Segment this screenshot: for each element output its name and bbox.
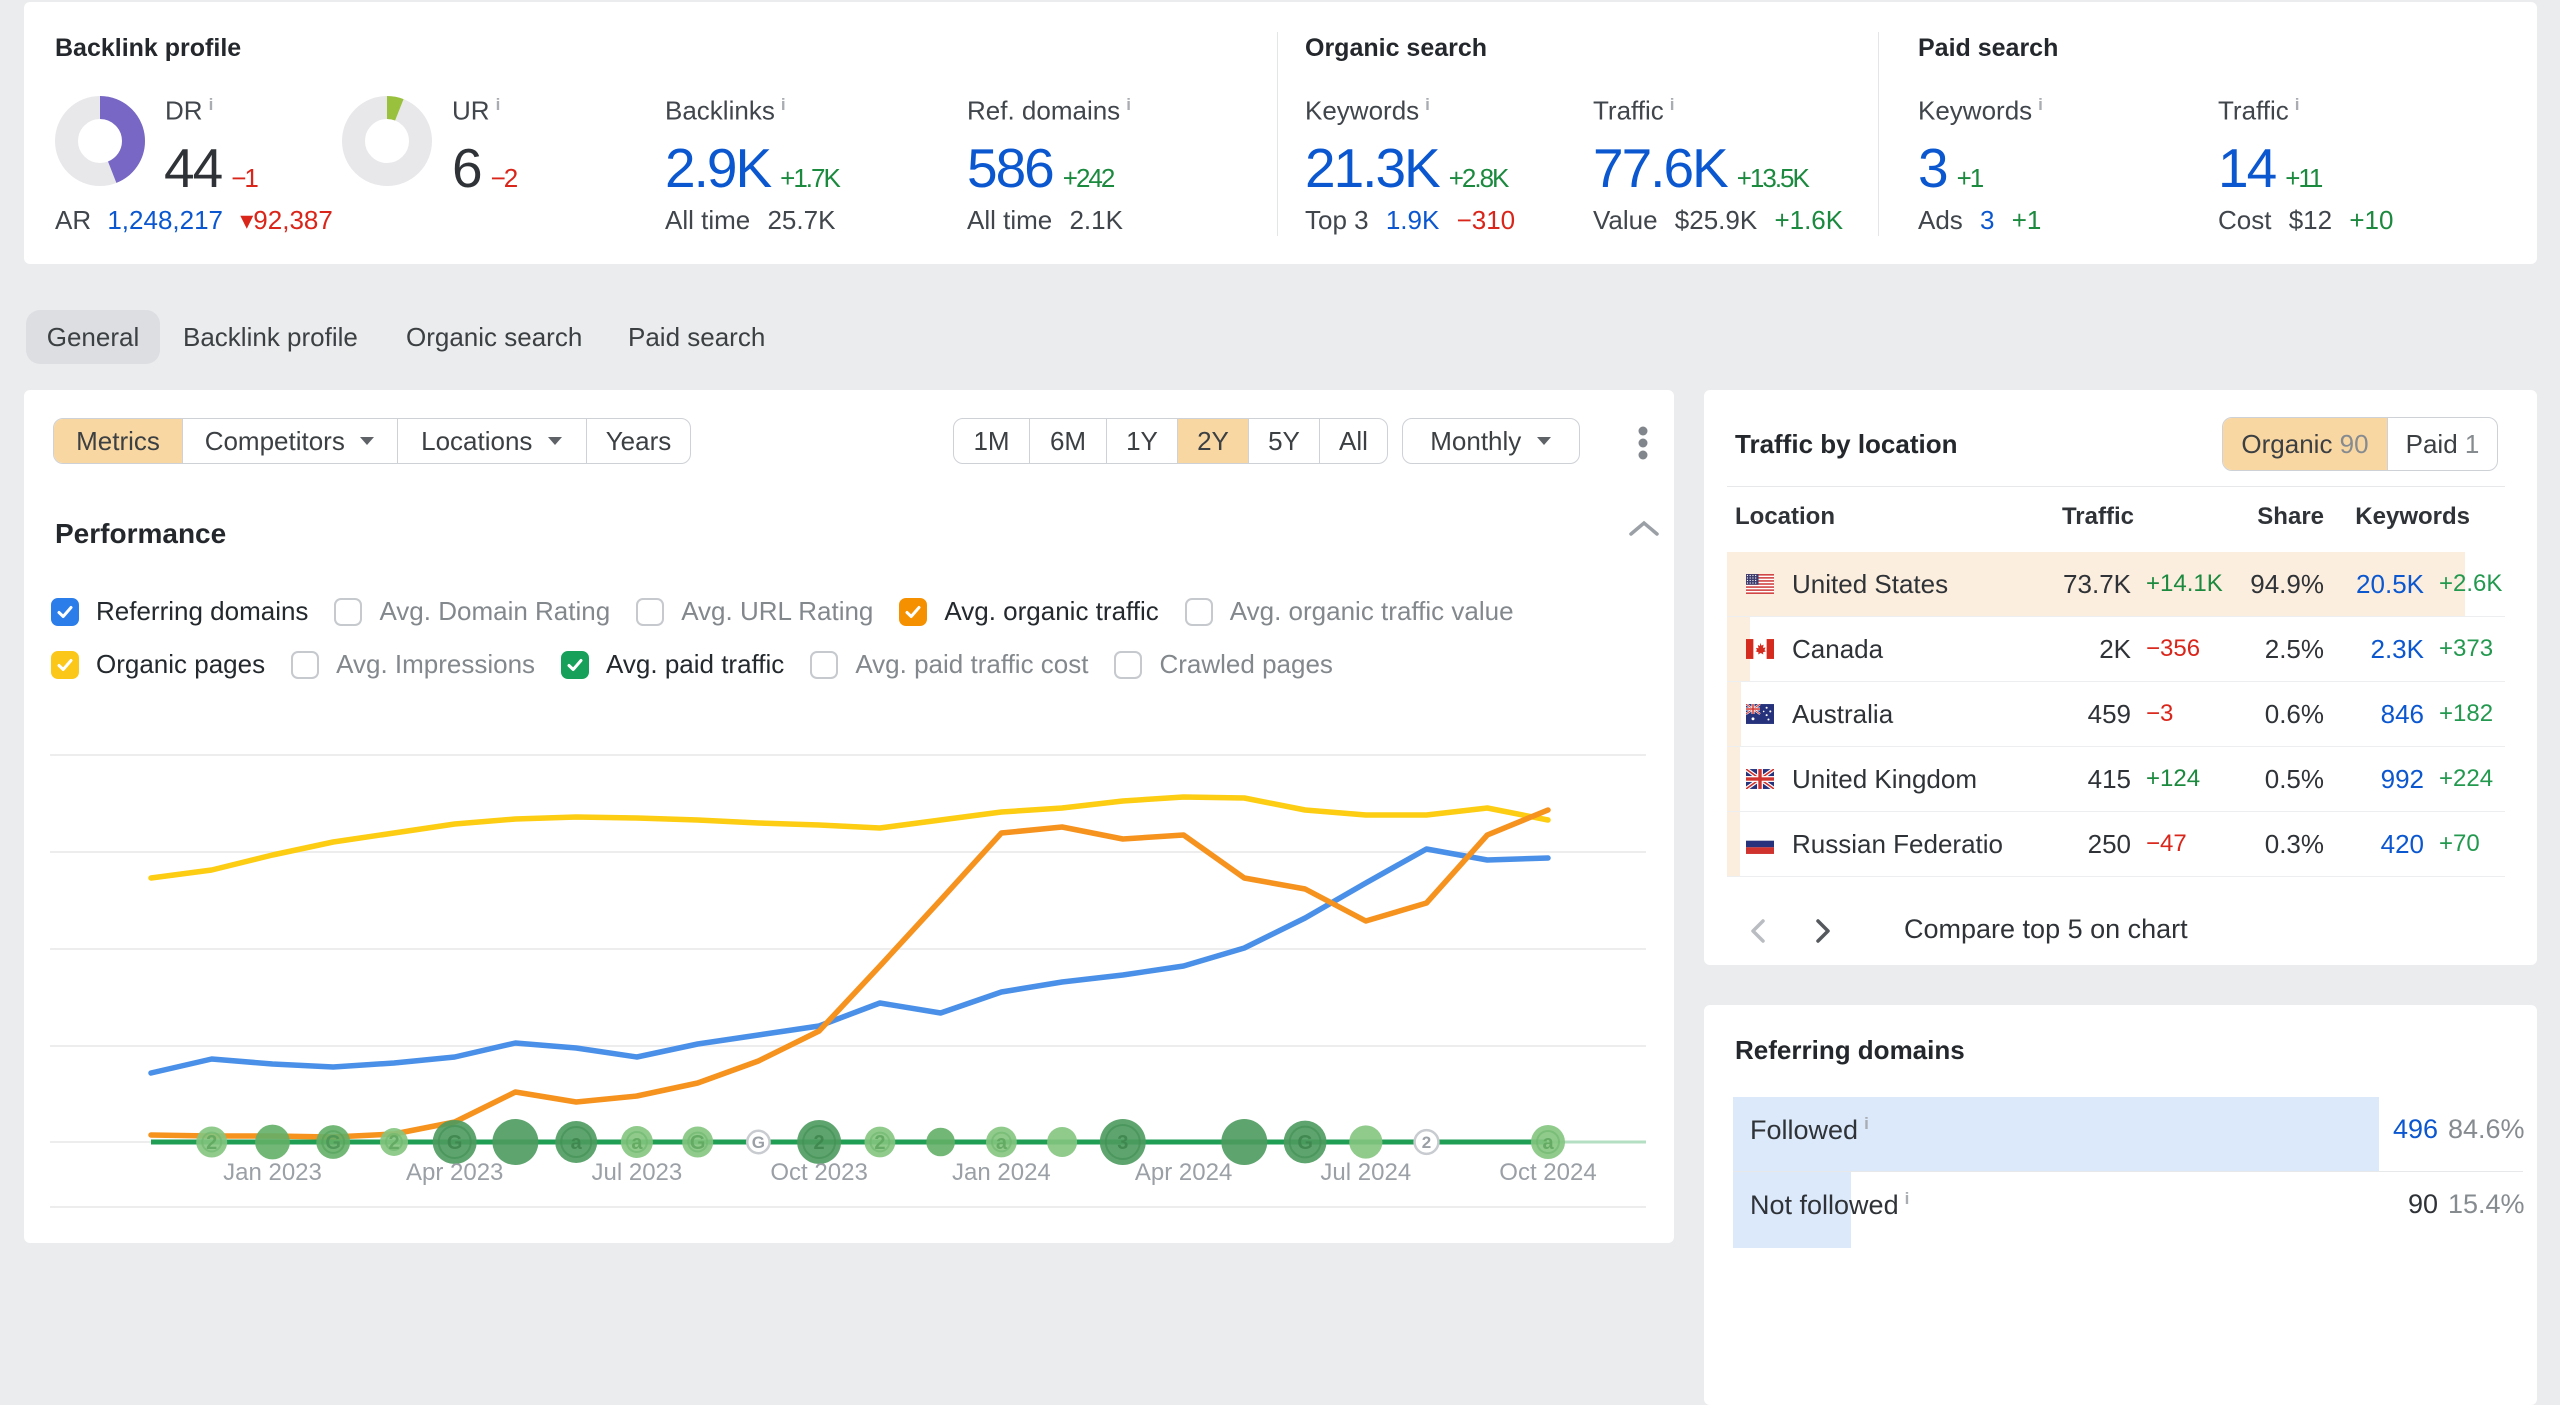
svg-text:2: 2 (874, 1132, 885, 1154)
svg-text:G: G (690, 1132, 706, 1154)
svg-text:G: G (752, 1133, 765, 1152)
svg-text:Jul 2024: Jul 2024 (1320, 1159, 1411, 1186)
svg-text:G: G (325, 1132, 341, 1154)
svg-text:Jul 2023: Jul 2023 (592, 1159, 683, 1186)
svg-text:G: G (447, 1132, 463, 1154)
svg-text:Apr 2023: Apr 2023 (406, 1159, 503, 1186)
svg-text:2: 2 (814, 1132, 825, 1154)
svg-text:2: 2 (1422, 1133, 1431, 1152)
svg-text:Jan 2024: Jan 2024 (952, 1159, 1051, 1186)
svg-text:Jan 2023: Jan 2023 (223, 1159, 322, 1186)
svg-text:Oct 2023: Oct 2023 (770, 1159, 867, 1186)
svg-text:a: a (996, 1132, 1008, 1154)
svg-text:2: 2 (388, 1132, 399, 1154)
svg-text:G: G (1297, 1132, 1313, 1154)
svg-text:Apr 2024: Apr 2024 (1135, 1159, 1232, 1186)
svg-text:Oct 2024: Oct 2024 (1499, 1159, 1596, 1186)
svg-text:a: a (631, 1132, 643, 1154)
svg-text:2: 2 (206, 1132, 217, 1154)
svg-text:a: a (1542, 1132, 1554, 1154)
svg-text:a: a (571, 1132, 583, 1154)
svg-text:3: 3 (1117, 1132, 1128, 1154)
